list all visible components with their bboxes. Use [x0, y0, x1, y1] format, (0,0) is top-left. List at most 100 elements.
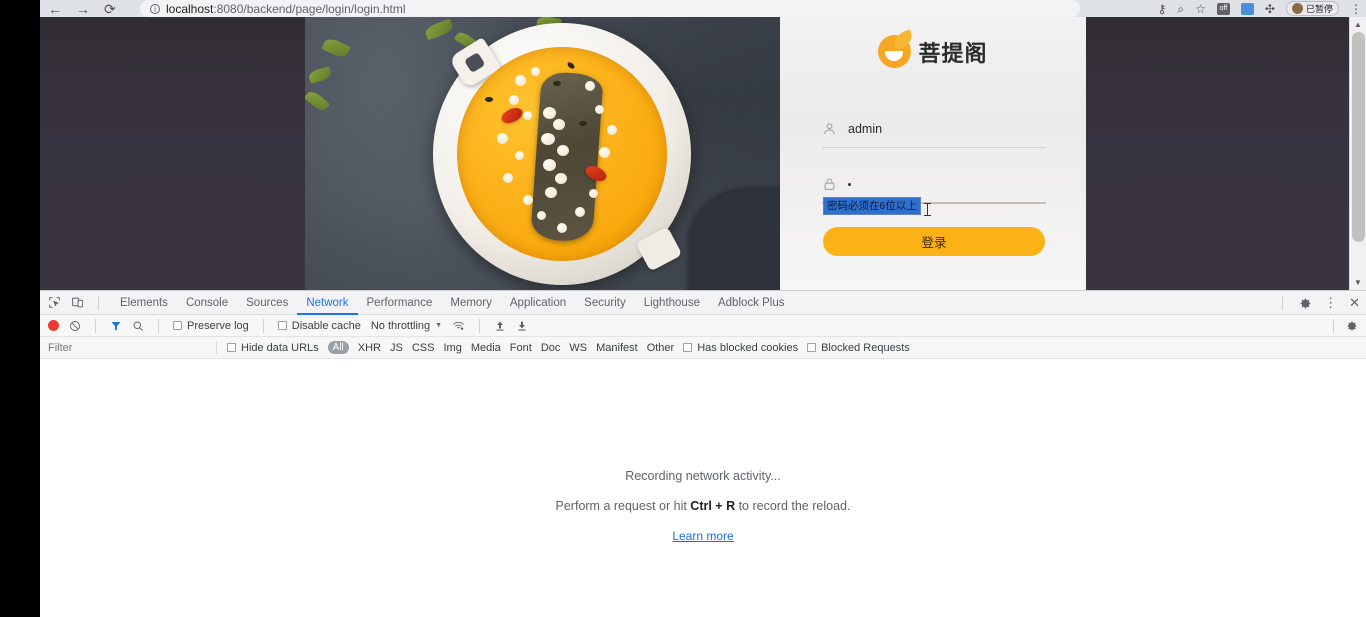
puzzle-icon[interactable]: ✣: [1265, 3, 1275, 15]
barley-grain: [589, 189, 598, 198]
scroll-up-icon[interactable]: ▲: [1350, 17, 1366, 32]
tab-memory[interactable]: Memory: [441, 291, 501, 315]
barley-grain: [599, 147, 610, 158]
hide-data-urls-toggle[interactable]: Hide data URLs: [227, 342, 319, 354]
forward-icon[interactable]: →: [76, 2, 90, 16]
blocked-requests-toggle[interactable]: Blocked Requests: [807, 342, 910, 354]
page-viewport: 菩提阁 admin 密码必须在6位以上 登录: [40, 17, 1349, 290]
tab-network[interactable]: Network: [297, 291, 357, 315]
tab-console[interactable]: Console: [177, 291, 237, 315]
disable-cache-toggle[interactable]: Disable cache: [277, 320, 361, 332]
chrome-menu-icon[interactable]: ⋮: [1350, 3, 1362, 15]
url-text: localhost:8080/backend/page/login/login.…: [166, 2, 406, 16]
learn-more-link[interactable]: Learn more: [40, 529, 1366, 543]
tab-elements[interactable]: Elements: [111, 291, 177, 315]
close-icon[interactable]: ✕: [1349, 295, 1360, 311]
barley-grain: [557, 223, 567, 233]
barley-grain: [523, 195, 533, 205]
scroll-down-icon[interactable]: ▼: [1350, 275, 1366, 290]
blue-extension-icon[interactable]: [1240, 2, 1254, 15]
tab-security[interactable]: Security: [575, 291, 635, 315]
brand-name: 菩提阁: [918, 40, 988, 66]
filter-type-js[interactable]: JS: [390, 342, 403, 354]
filter-type-all[interactable]: All: [327, 341, 349, 354]
search-icon[interactable]: [132, 320, 144, 332]
throttling-value: No throttling: [370, 319, 431, 332]
password-error-message: 密码必须在6位以上: [823, 197, 921, 215]
network-empty-state: Recording network activity... Perform a …: [40, 469, 1366, 543]
filter-type-manifest[interactable]: Manifest: [596, 342, 638, 354]
more-options-icon[interactable]: ⋮: [1324, 295, 1337, 311]
barley-grain: [523, 111, 532, 120]
login-panel: 菩提阁 admin 密码必须在6位以上 登录: [780, 17, 1086, 290]
filter-type-ws[interactable]: WS: [569, 342, 587, 354]
star-icon[interactable]: ☆: [1195, 3, 1206, 15]
divider: [479, 318, 481, 333]
clear-icon[interactable]: [69, 320, 81, 332]
back-icon[interactable]: ←: [48, 2, 62, 16]
preserve-log-toggle[interactable]: Preserve log: [173, 320, 249, 332]
search-icon[interactable]: ⌕: [1177, 3, 1184, 15]
login-button[interactable]: 登录: [823, 227, 1045, 256]
export-har-icon[interactable]: [516, 320, 528, 332]
preserve-log-checkbox[interactable]: [173, 321, 182, 330]
seed: [553, 81, 561, 86]
tab-performance[interactable]: Performance: [358, 291, 442, 315]
filter-funnel-icon[interactable]: [110, 320, 122, 332]
food-photo: [305, 17, 780, 290]
tab-lighthouse[interactable]: Lighthouse: [635, 291, 709, 315]
barley-grain: [557, 145, 569, 156]
has-blocked-cookies-toggle[interactable]: Has blocked cookies: [683, 342, 798, 354]
record-stop-icon[interactable]: [48, 320, 59, 331]
filter-type-font[interactable]: Font: [510, 342, 532, 354]
network-settings-icon[interactable]: [1346, 320, 1358, 332]
tab-application[interactable]: Application: [501, 291, 575, 315]
tab-sources[interactable]: Sources: [237, 291, 297, 315]
barley-grain: [545, 187, 557, 198]
blocked-requests-checkbox[interactable]: [807, 343, 817, 352]
barley-grain: [537, 211, 546, 220]
username-field[interactable]: admin: [822, 117, 1046, 148]
site-info-icon[interactable]: i: [150, 3, 160, 14]
hide-data-urls-checkbox[interactable]: [227, 343, 236, 352]
page-scrollbar[interactable]: ▲ ▼: [1349, 17, 1366, 290]
pumpkin-soup: [457, 47, 667, 261]
key-icon[interactable]: ⚷: [1158, 3, 1167, 15]
tab-adblock-plus[interactable]: Adblock Plus: [709, 291, 793, 315]
barley-grain: [541, 133, 555, 145]
scrollbar-thumb[interactable]: [1352, 32, 1365, 242]
barley-grain: [555, 173, 567, 184]
network-conditions-icon[interactable]: [452, 320, 465, 332]
password-dot: [848, 182, 851, 186]
filter-type-doc[interactable]: Doc: [541, 342, 561, 354]
inspect-element-icon[interactable]: [48, 296, 61, 309]
has-blocked-cookies-checkbox[interactable]: [683, 343, 693, 352]
barley-grain: [515, 151, 524, 160]
filter-type-other[interactable]: Other: [647, 342, 675, 354]
profile-pill[interactable]: 已暂停: [1285, 1, 1339, 16]
seed: [485, 97, 493, 102]
device-toolbar-icon[interactable]: [71, 296, 84, 309]
throttling-select[interactable]: No throttling ▼: [371, 320, 442, 332]
divider: [1282, 296, 1284, 310]
barley-grain: [503, 173, 513, 183]
filter-type-img[interactable]: Img: [443, 342, 461, 354]
filter-type-css[interactable]: CSS: [412, 342, 435, 354]
off-extension-icon[interactable]: off: [1216, 2, 1230, 15]
username-underline: [822, 147, 1046, 148]
brand: 菩提阁: [780, 17, 1086, 68]
url-host: localhost: [166, 1, 214, 16]
divider: [158, 318, 159, 333]
logo-icon: [878, 35, 912, 68]
url-path: :8080/backend/page/login/login.html: [213, 1, 406, 16]
address-bar[interactable]: i localhost:8080/backend/page/login/logi…: [140, 0, 1080, 17]
filter-type-media[interactable]: Media: [471, 342, 501, 354]
filter-type-xhr[interactable]: XHR: [358, 342, 381, 354]
settings-gear-icon[interactable]: [1299, 297, 1312, 310]
disable-cache-checkbox[interactable]: [277, 321, 287, 330]
chevron-down-icon[interactable]: ▼: [435, 322, 442, 329]
barley-grain: [585, 81, 595, 91]
import-har-icon[interactable]: [494, 320, 506, 332]
reload-icon[interactable]: ⟳: [104, 2, 116, 16]
filter-input[interactable]: [40, 341, 216, 354]
